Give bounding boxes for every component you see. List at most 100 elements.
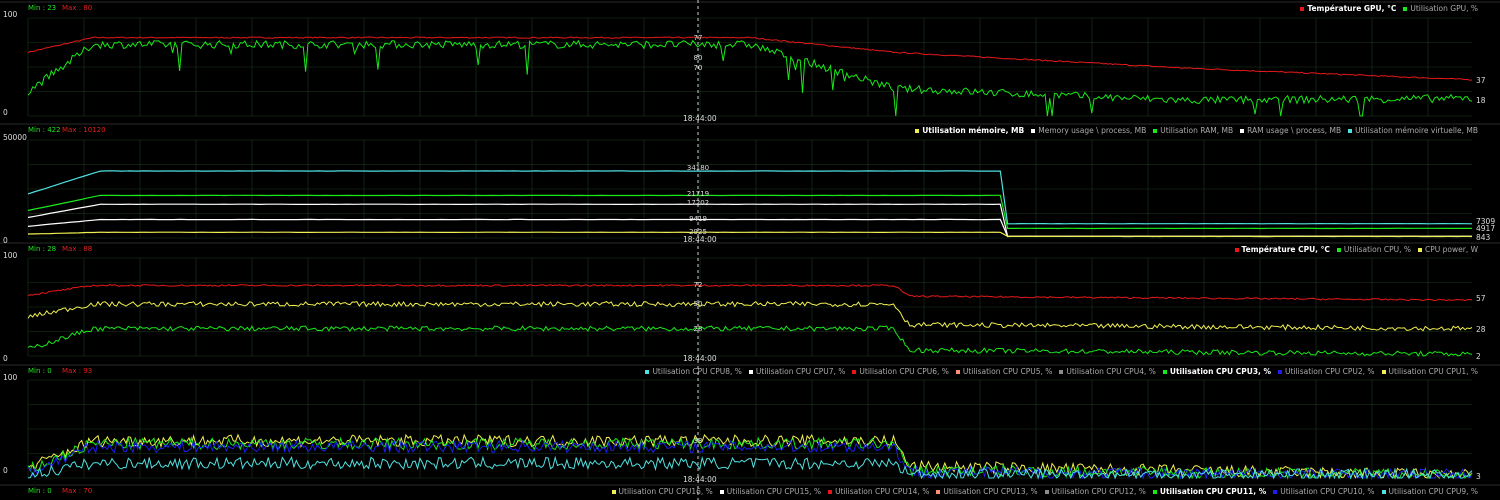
legend-item[interactable]: Utilisation mémoire virtuelle, MB (1348, 126, 1478, 135)
series-line-cpu-2 (27, 325, 1473, 357)
cursor-time: 18:44:00 (683, 114, 717, 123)
legend-item[interactable]: Utilisation CPU CPU14, % (828, 487, 929, 496)
legend-label: Utilisation CPU CPU13, % (943, 487, 1038, 496)
legend-item[interactable]: Utilisation CPU CPU4, % (1059, 367, 1156, 376)
legend-item[interactable]: Utilisation CPU CPU10, % (1273, 487, 1375, 496)
legend-label: Utilisation CPU CPU7, % (755, 367, 846, 376)
legend-item[interactable]: Utilisation CPU CPU1, % (1381, 367, 1478, 376)
legend: Utilisation CPU CPU8, % Utilisation CPU C… (638, 367, 1478, 376)
legend-item[interactable]: Utilisation mémoire, MB (915, 126, 1024, 135)
min-label: Min : 23 (28, 4, 57, 12)
legend-item[interactable]: Utilisation CPU CPU8, % (645, 367, 742, 376)
legend-item[interactable]: RAM usage \ process, MB (1240, 126, 1341, 135)
cursor-value: 38 (693, 437, 703, 445)
series-line-gpu-1 (27, 39, 1473, 117)
current-value: 843 (1476, 233, 1491, 242)
current-value: 57 (1476, 294, 1486, 303)
legend-label: Utilisation CPU CPU9, % (1388, 487, 1478, 496)
hardware-monitor-graphs: Min : 23 Max : 80 100 0 77 80 70 37 18 18:44:00 Te… (0, 0, 1500, 500)
legend-swatch (915, 129, 920, 133)
legend-item[interactable]: Utilisation CPU CPU12, % (1044, 487, 1146, 496)
legend-swatch (1153, 129, 1158, 133)
legend-label: Utilisation CPU CPU11, % (1159, 487, 1267, 496)
legend-label: Température GPU, °C (1307, 4, 1397, 13)
cursor-value: 50 (693, 300, 703, 308)
legend-label: Memory usage \ process, MB (1038, 126, 1147, 135)
legend-swatch (1403, 7, 1408, 11)
legend-label: CPU power, W (1425, 245, 1478, 254)
cursor-time: 18:44:00 (683, 235, 717, 244)
legend-swatch (1381, 490, 1386, 494)
legend-item[interactable]: Utilisation CPU CPU6, % (852, 367, 949, 376)
legend-swatch (955, 370, 960, 374)
legend-swatch (1059, 370, 1064, 374)
series-line-cores-3 (27, 455, 1473, 480)
current-value: 4917 (1476, 224, 1496, 233)
legend-item[interactable]: Utilisation RAM, MB (1153, 126, 1233, 135)
legend-label: Utilisation CPU CPU5, % (962, 367, 1053, 376)
max-label: Max : 80 (62, 4, 93, 12)
legend-label: RAM usage \ process, MB (1247, 126, 1342, 135)
legend-item[interactable]: Utilisation CPU CPU11, % (1152, 487, 1267, 496)
legend-item[interactable]: Utilisation GPU, % (1403, 4, 1478, 13)
cursor-value: 34180 (686, 164, 710, 172)
min-label: Min : 0 (28, 367, 52, 375)
cursor-value: 72 (693, 281, 703, 289)
legend-item[interactable]: Utilisation CPU CPU13, % (936, 487, 1038, 496)
max-label: Max : 93 (62, 367, 93, 375)
legend-label: Utilisation CPU CPU12, % (1051, 487, 1146, 496)
y-axis-label: 100 (3, 373, 18, 382)
legend: Utilisation mémoire, MB Memory usage \ pr… (908, 126, 1478, 135)
series-line-gpu-0 (27, 36, 1473, 81)
legend-item[interactable]: Utilisation CPU CPU3, % (1162, 367, 1272, 376)
legend-item[interactable]: Utilisation CPU CPU16, % (611, 487, 713, 496)
legend-swatch (611, 490, 616, 494)
legend-label: Température CPU, °C (1241, 245, 1330, 254)
legend: Température GPU, °C Utilisation GPU, % (1293, 4, 1478, 13)
legend-label: Utilisation CPU CPU3, % (1169, 367, 1272, 376)
y-axis-label: 0 (3, 108, 8, 117)
cursor-value: 21719 (686, 190, 710, 198)
legend-label: Utilisation GPU, % (1410, 4, 1478, 13)
legend-swatch (1381, 370, 1386, 374)
legend-swatch (1234, 248, 1239, 252)
max-label: Max : 10120 (62, 126, 106, 134)
legend-swatch (1336, 248, 1341, 252)
legend-item[interactable]: Utilisation CPU CPU5, % (955, 367, 1053, 376)
legend-label: Utilisation CPU CPU4, % (1066, 367, 1156, 376)
y-axis-label: 0 (3, 236, 8, 245)
legend-label: Utilisation CPU CPU1, % (1388, 367, 1478, 376)
legend-item[interactable]: Utilisation CPU CPU2, % (1278, 367, 1375, 376)
legend-label: Utilisation CPU, % (1343, 245, 1411, 254)
legend-item[interactable]: CPU power, W (1418, 245, 1478, 254)
legend: Utilisation CPU CPU16, % Utilisation CPU … (605, 487, 1478, 496)
y-axis-label: 100 (3, 251, 18, 260)
legend-swatch (1240, 129, 1245, 133)
legend: Température CPU, °C Utilisation CPU, % CPU… (1228, 245, 1478, 254)
cursor-value: 70 (693, 64, 703, 72)
min-label: Min : 28 (28, 245, 57, 253)
max-label: Max : 88 (62, 245, 93, 253)
legend-label: Utilisation CPU CPU8, % (652, 367, 742, 376)
legend-label: Utilisation CPU CPU6, % (859, 367, 949, 376)
current-value: 2 (1476, 352, 1481, 361)
cursor-value: 80 (693, 54, 703, 62)
series-line-memory-0 (27, 170, 1473, 225)
legend-item[interactable]: Température CPU, °C (1234, 245, 1330, 254)
current-value: 28 (1476, 325, 1486, 334)
legend-item[interactable]: Memory usage \ process, MB (1031, 126, 1146, 135)
legend-swatch (1031, 129, 1036, 133)
legend-item[interactable]: Utilisation CPU CPU7, % (748, 367, 846, 376)
legend-label: Utilisation CPU CPU15, % (726, 487, 822, 496)
legend-item[interactable]: Température GPU, °C (1300, 4, 1396, 13)
legend-item[interactable]: Utilisation CPU CPU15, % (719, 487, 822, 496)
legend-swatch (1273, 490, 1278, 494)
legend-label: Utilisation CPU CPU16, % (618, 487, 713, 496)
legend-swatch (828, 490, 833, 494)
legend-label: Utilisation RAM, MB (1160, 126, 1234, 135)
y-axis-label: 0 (3, 466, 8, 475)
legend-item[interactable]: Utilisation CPU CPU9, % (1381, 487, 1478, 496)
cursor-value: 17202 (686, 199, 710, 207)
legend-swatch (852, 370, 857, 374)
legend-item[interactable]: Utilisation CPU, % (1336, 245, 1411, 254)
